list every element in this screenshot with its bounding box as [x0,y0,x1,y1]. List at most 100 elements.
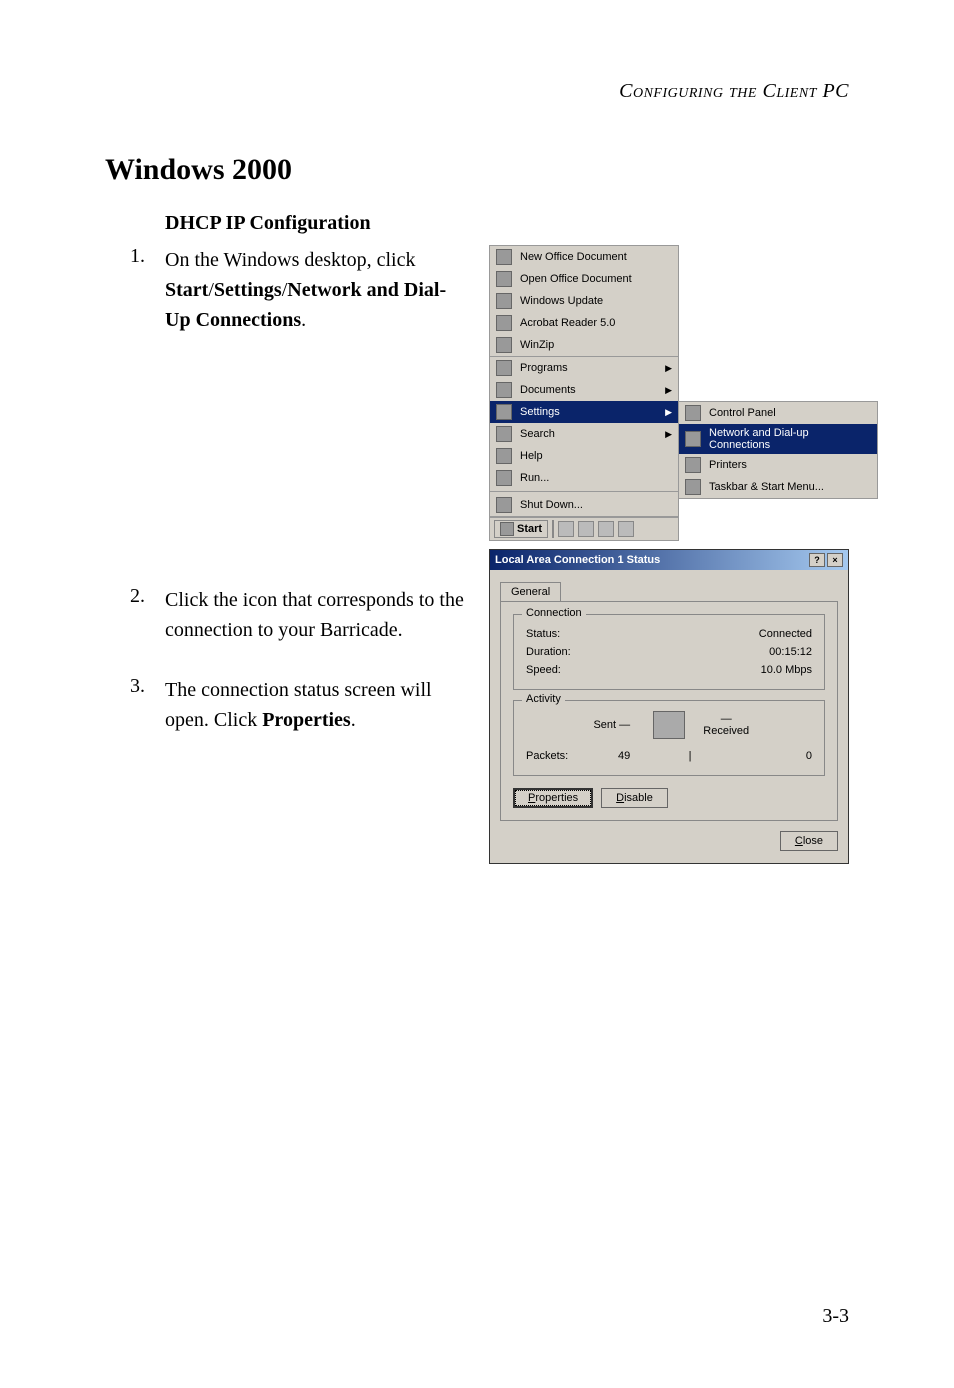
menu-item[interactable]: WinZip [490,334,678,356]
step-2: 2. Click the icon that corresponds to th… [105,585,469,645]
connection-status-dialog: Local Area Connection 1 Status ? × Gener… [489,549,849,864]
windows-icon [500,522,514,536]
menu-label: Programs [520,362,568,374]
submenu-item[interactable]: Control Panel [679,402,877,424]
info-key: Status: [526,628,560,640]
menu-icon [496,470,512,486]
menu-item[interactable]: Run... [490,467,678,489]
taskbar: Start [489,517,679,541]
start-menu-top: New Office Document Open Office Document W… [489,245,679,357]
app-icon [496,271,512,287]
menu-label: Taskbar & Start Menu... [709,481,824,493]
menu-label: WinZip [520,339,554,351]
menu-label: Printers [709,459,747,471]
menu-item[interactable]: Open Office Document [490,268,678,290]
app-icon [496,337,512,353]
menu-label: Network and Dial-up Connections [709,427,871,451]
menu-item[interactable]: Windows Update [490,290,678,312]
menu-shutdown[interactable]: Shut Down... [490,494,678,516]
menu-icon [496,360,512,376]
chevron-right-icon: ▶ [665,363,672,374]
properties-button[interactable]: Properties [513,788,593,808]
menu-label: Help [520,450,543,462]
shutdown-icon [496,497,512,513]
menu-item[interactable]: Search ▶ [490,423,678,445]
menu-label: Windows Update [520,295,603,307]
taskbar-icon[interactable] [578,521,594,537]
sent-label: Sent — [583,719,640,731]
app-icon [496,249,512,265]
start-menu-screenshot: New Office Document Open Office Document W… [489,245,849,541]
menu-icon [496,382,512,398]
info-value: 00:15:12 [769,646,812,658]
info-row: Duration: 00:15:12 [526,643,812,661]
info-key: Duration: [526,646,571,658]
taskbar-icon[interactable] [558,521,574,537]
chevron-right-icon: ▶ [665,429,672,440]
step-1: 1. On the Windows desktop, click Start/S… [105,245,469,335]
group-label: Connection [522,607,586,619]
menu-icon [496,426,512,442]
connection-group: Connection Status:ConnectedDuration:00:1… [513,614,825,690]
menu-label: Settings [520,406,560,418]
submenu-icon [685,431,701,447]
chevron-right-icon: ▶ [665,407,672,418]
submenu-item[interactable]: Printers [679,454,877,476]
received-value: 0 [700,750,812,762]
menu-item[interactable]: Acrobat Reader 5.0 [490,312,678,334]
received-label: — Received [698,713,755,737]
taskbar-icon[interactable] [618,521,634,537]
menu-icon [496,404,512,420]
close-icon[interactable]: × [827,553,843,567]
step-text: Click the icon that corresponds to the c… [165,585,469,645]
network-icon [653,711,685,739]
page-header-title: Configuring the Client PC [105,80,849,103]
step-number: 3. [105,675,165,735]
step-3: 3. The connection status screen will ope… [105,675,469,735]
settings-submenu: Control Panel Network and Dial-up Connect… [678,401,878,499]
sent-value: 49 [568,750,680,762]
step-number: 1. [105,245,165,335]
sub-heading: DHCP IP Configuration [165,212,849,235]
menu-label: Acrobat Reader 5.0 [520,317,615,329]
packets-label: Packets: [526,750,568,762]
app-icon [496,315,512,331]
menu-label: Open Office Document [520,273,632,285]
dialog-titlebar: Local Area Connection 1 Status ? × [490,550,848,570]
menu-label: Search [520,428,555,440]
taskbar-icon[interactable] [598,521,614,537]
menu-label: Run... [520,472,549,484]
close-button[interactable]: Close [780,831,838,851]
start-button[interactable]: Start [494,520,548,538]
info-row: Status: Connected [526,625,812,643]
menu-item[interactable]: Help [490,445,678,467]
app-icon [496,293,512,309]
submenu-icon [685,405,701,421]
submenu-icon [685,479,701,495]
submenu-item[interactable]: Network and Dial-up Connections [679,424,877,454]
menu-item[interactable]: Settings ▶ [490,401,678,423]
step-text: On the Windows desktop, click Start/Sett… [165,245,469,335]
menu-item[interactable]: Documents ▶ [490,379,678,401]
step-text: The connection status screen will open. … [165,675,469,735]
chevron-right-icon: ▶ [665,385,672,396]
menu-label: Documents [520,384,576,396]
disable-button[interactable]: Disable [601,788,668,808]
activity-group: Activity Sent — — Received Packets: 49 | [513,700,825,776]
menu-label: Control Panel [709,407,776,419]
help-button[interactable]: ? [809,553,825,567]
info-value: 10.0 Mbps [761,664,812,676]
info-key: Speed: [526,664,561,676]
menu-item[interactable]: Programs ▶ [490,357,678,379]
menu-item[interactable]: New Office Document [490,246,678,268]
start-label: Start [517,523,542,535]
info-value: Connected [759,628,812,640]
page-number: 3-3 [822,1305,849,1328]
info-row: Speed: 10.0 Mbps [526,661,812,679]
group-label: Activity [522,693,565,705]
step-number: 2. [105,585,165,645]
tab-general[interactable]: General [500,582,561,601]
start-menu-bottom: Programs▶Documents▶Settings▶Control Pane… [489,357,679,517]
submenu-item[interactable]: Taskbar & Start Menu... [679,476,877,498]
menu-icon [496,448,512,464]
